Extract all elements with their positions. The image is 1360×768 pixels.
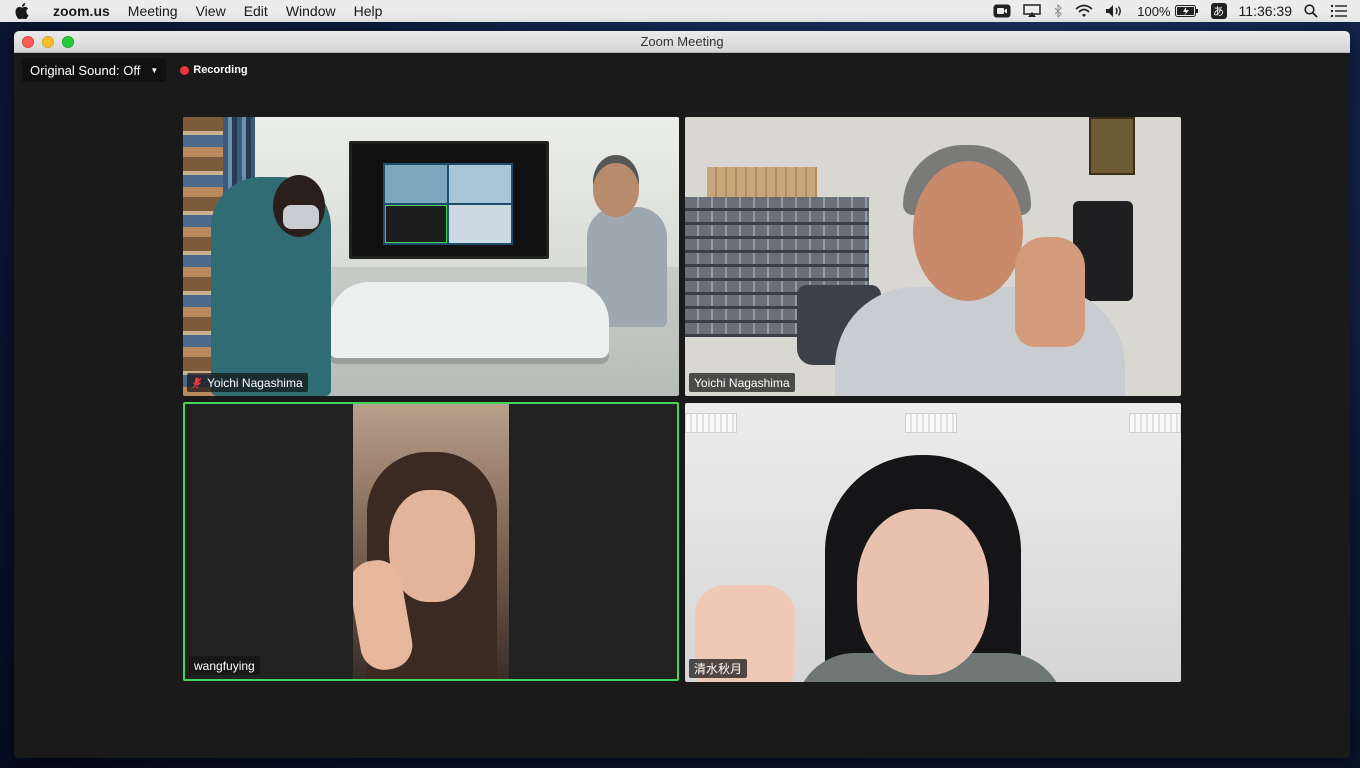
participant-name: wangfuying (194, 658, 255, 673)
participant-name-tag: Yoichi Nagashima (689, 373, 795, 392)
zoom-meeting-window: Zoom Meeting Original Sound: Off ▼ Recor… (14, 31, 1350, 758)
peace-sign-hand-image (1015, 237, 1085, 347)
table-image (329, 282, 609, 358)
window-title: Zoom Meeting (640, 34, 724, 49)
video-tile-2[interactable]: Yoichi Nagashima (685, 117, 1181, 396)
minimize-window-button[interactable] (42, 36, 54, 48)
window-controls (22, 36, 82, 48)
menu-bar: zoom.us Meeting View Edit Window Help 10… (0, 0, 1360, 22)
participant-name: 清水秋月 (694, 662, 743, 676)
wifi-icon[interactable] (1075, 4, 1093, 18)
participant-name: Yoichi Nagashima (694, 375, 790, 390)
participant-head-image (593, 163, 639, 217)
participant-video-image (353, 404, 509, 679)
face-mask-image (283, 205, 319, 229)
menu-edit[interactable]: Edit (235, 0, 277, 22)
chevron-down-icon[interactable]: ▼ (150, 66, 158, 75)
bluetooth-icon[interactable] (1053, 4, 1063, 18)
ceiling-light-image (685, 413, 737, 433)
participant-name-tag: wangfuying (189, 656, 260, 675)
fullscreen-window-button[interactable] (62, 36, 74, 48)
apple-icon (15, 3, 29, 19)
zoom-status-icon[interactable] (993, 4, 1011, 18)
menu-help[interactable]: Help (345, 0, 392, 22)
monitor-video-image (385, 165, 447, 203)
video-tile-3-active-speaker[interactable]: wangfuying (183, 402, 679, 681)
participant-name: Yoichi Nagashima (207, 375, 303, 390)
monitor-video-image (449, 165, 511, 203)
ceiling-light-image (905, 413, 957, 433)
volume-icon[interactable] (1105, 4, 1125, 18)
video-tile-1[interactable]: Yoichi Nagashima (183, 117, 679, 396)
airplay-icon[interactable] (1023, 4, 1042, 18)
muted-microphone-icon (192, 377, 202, 389)
menu-app-name[interactable]: zoom.us (44, 0, 119, 22)
menu-window[interactable]: Window (277, 0, 345, 22)
participant-name-tag: 清水秋月 (689, 659, 748, 678)
monitor-video-image (385, 205, 447, 243)
monitor-video-image (449, 205, 511, 243)
menu-view[interactable]: View (187, 0, 235, 22)
original-sound-label: Original Sound: Off (30, 62, 141, 78)
input-method-icon[interactable]: あ (1210, 3, 1227, 19)
recording-dot-icon (180, 65, 190, 75)
menu-meeting[interactable]: Meeting (119, 0, 187, 22)
spotlight-search-icon[interactable] (1304, 4, 1318, 18)
battery-charging-icon[interactable] (1174, 5, 1199, 17)
video-tile-4[interactable]: 清水秋月 (685, 403, 1181, 682)
window-titlebar[interactable]: Zoom Meeting (14, 31, 1350, 53)
participant-face-image (857, 509, 989, 675)
ceiling-light-image (1129, 413, 1181, 433)
menubar-clock[interactable]: 11:36:39 (1239, 3, 1292, 19)
battery-percent[interactable]: 100% (1137, 4, 1170, 19)
apple-menu[interactable] (0, 3, 44, 19)
meeting-toolbar: Original Sound: Off ▼ Recording (22, 58, 248, 82)
poster-image (1089, 117, 1135, 175)
boxes-image (707, 167, 817, 199)
status-bar: 100% あ 11:36:39 (993, 0, 1360, 22)
participant-name-tag: Yoichi Nagashima (187, 373, 308, 392)
recording-label: Recording (193, 64, 248, 76)
notification-center-icon[interactable] (1330, 4, 1348, 18)
original-sound-button[interactable]: Original Sound: Off ▼ (22, 58, 167, 82)
recording-indicator[interactable]: Recording (180, 64, 248, 76)
participant-face-image (913, 161, 1023, 301)
close-window-button[interactable] (22, 36, 34, 48)
